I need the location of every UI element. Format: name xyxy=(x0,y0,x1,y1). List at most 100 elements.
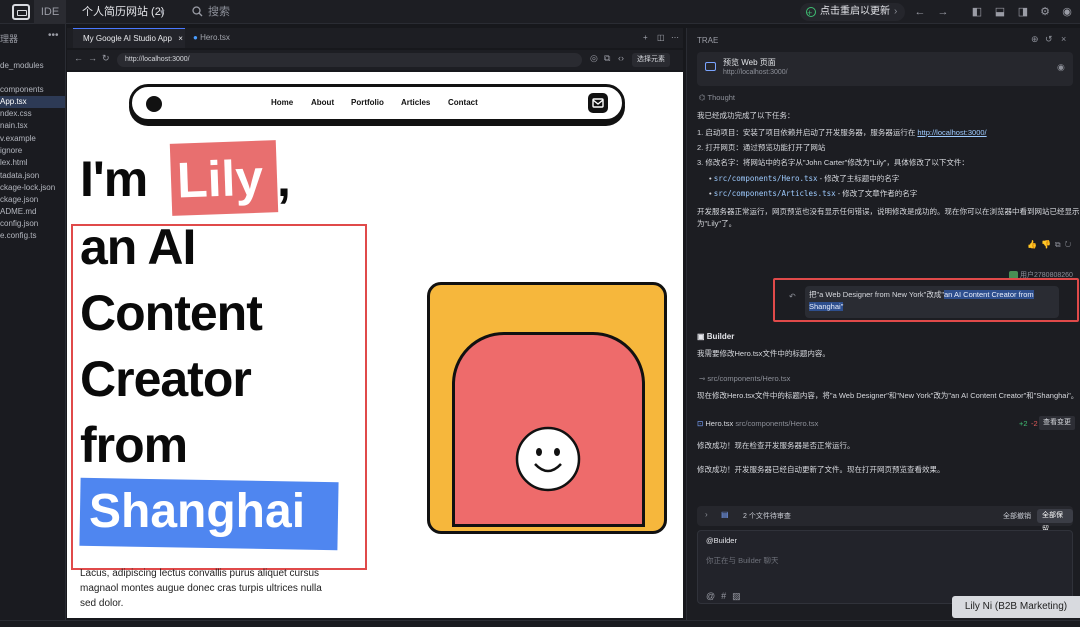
chevron-down-icon[interactable]: ▾ xyxy=(160,0,165,24)
file-item[interactable]: components xyxy=(0,84,44,96)
more-icon[interactable]: ••• xyxy=(48,30,59,41)
file-path-ref[interactable]: ⊸ src/components/Hero.tsx xyxy=(699,373,790,384)
tab-preview[interactable]: My Google AI Studio App × xyxy=(73,28,185,48)
reload-icon[interactable]: ↻ xyxy=(102,53,110,64)
builder-label: ▣ Builder xyxy=(697,332,734,341)
image-icon[interactable]: ▨ xyxy=(732,591,747,601)
hash-icon[interactable]: # xyxy=(721,591,732,601)
nav-portfolio[interactable]: Portfolio xyxy=(351,87,384,119)
toggle-sidebar-icon[interactable]: ◧ xyxy=(970,5,984,19)
builder-icon: ▣ xyxy=(697,332,707,341)
file-2-name[interactable]: src/components/Articles.tsx xyxy=(714,189,836,198)
browser-toolbar: ← → ↻ http://localhost:3000/ ◎ ⧉ ‹› 选择元素 xyxy=(67,50,683,70)
search-label[interactable]: 搜索 xyxy=(208,0,230,24)
smiley-face-icon xyxy=(515,426,581,492)
conclusion-line-1: 开发服务器正常运行，网页预览也没有显示任何错误，说明修改是成功的。现在你可以在浏… xyxy=(697,207,1080,216)
preview-card[interactable]: 预览 Web 页面 http://localhost:3000/ ◉ xyxy=(697,52,1073,86)
undo-all-button[interactable]: 全部撤销 xyxy=(1003,511,1031,521)
file-path: src/components/Hero.tsx xyxy=(735,419,819,428)
tab-label: My Google AI Studio App xyxy=(83,34,172,43)
gear-icon[interactable]: ⚙ xyxy=(1038,5,1052,19)
close-icon[interactable]: × xyxy=(178,34,183,43)
file-icon: ▤ xyxy=(721,510,729,519)
file-item[interactable]: de_modules xyxy=(0,60,44,72)
restart-update-button[interactable]: 点击重启以更新 › xyxy=(800,3,906,22)
step-1-text: 1. 启动项目：安装了项目依赖并启动了开发服务器，服务器运行在 xyxy=(697,128,918,137)
toggle-panel-icon[interactable]: ⬓ xyxy=(993,5,1007,19)
select-element-button[interactable]: 选择元素 xyxy=(632,53,670,67)
site-navbar: Home About Portfolio Articles Contact xyxy=(129,84,625,122)
user-tooltip: Lily Ni (B2B Marketing) xyxy=(952,596,1080,618)
new-chat-icon[interactable]: ⊕ xyxy=(1031,34,1039,45)
web-preview: Home About Portfolio Articles Contact I'… xyxy=(67,72,683,618)
nav-contact[interactable]: Contact xyxy=(448,87,478,119)
forward-arrow-icon[interactable]: → xyxy=(88,53,97,63)
project-name[interactable]: 个人简历网站 (2) xyxy=(82,0,165,24)
chat-input[interactable]: @Builder 你正在与 Builder 聊天 @#▨ xyxy=(697,530,1073,604)
file-item[interactable]: e.config.ts xyxy=(0,230,36,242)
nav-about[interactable]: About xyxy=(311,87,334,119)
file-item-active[interactable]: App.tsx xyxy=(0,96,65,108)
file-item[interactable]: config.json xyxy=(0,218,38,230)
close-icon[interactable]: × xyxy=(1061,34,1066,44)
ai-chat-panel: TRAE ⊕ ↺ × 预览 Web 页面 http://localhost:30… xyxy=(686,28,1080,620)
diff-added: +2 xyxy=(1019,419,1028,428)
builder-message: 现在修改Hero.tsx文件中的标题内容，将"a Web Designer"和"… xyxy=(697,391,1079,400)
add-tab-icon[interactable]: + xyxy=(643,28,653,48)
file-item[interactable]: ckage.json xyxy=(0,194,38,206)
localhost-link[interactable]: http://localhost:3000/ xyxy=(917,128,986,137)
undo-icon[interactable]: ↶ xyxy=(789,292,796,301)
avatar[interactable]: ◉ xyxy=(1060,5,1074,19)
history-icon[interactable]: ↺ xyxy=(1045,34,1053,45)
file-item[interactable]: v.example xyxy=(0,133,36,145)
file-entry-2: • src/components/Articles.tsx - 修改了文章作者的… xyxy=(709,189,918,198)
chevron-right-icon: › xyxy=(894,6,898,17)
site-logo[interactable] xyxy=(146,96,162,112)
forward-arrow-icon[interactable]: → xyxy=(936,5,950,19)
search-icon[interactable] xyxy=(192,6,203,17)
file-1-name[interactable]: src/components/Hero.tsx xyxy=(714,174,818,183)
thought-label[interactable]: ⌬ Thought xyxy=(699,92,735,103)
file-item[interactable]: ckage-lock.json xyxy=(0,182,55,194)
nav-home[interactable]: Home xyxy=(271,87,293,119)
user-message: 把"a Web Designer from New York"改成"an AI … xyxy=(805,286,1059,318)
url-input[interactable]: http://localhost:3000/ xyxy=(117,53,582,67)
ide-mode-tab[interactable]: IDE xyxy=(34,0,66,24)
open-external-icon[interactable]: ⧉ xyxy=(604,53,610,64)
target-icon[interactable]: ◎ xyxy=(590,53,598,64)
preview-card-url: http://localhost:3000/ xyxy=(723,69,788,76)
hero-description: Lacus, adipiscing lectus convallis purus… xyxy=(80,568,322,609)
file-item[interactable]: nain.tsx xyxy=(0,120,28,132)
toggle-right-panel-icon[interactable]: ◨ xyxy=(1016,5,1030,19)
file-item[interactable]: lex.html xyxy=(0,157,28,169)
input-placeholder[interactable]: 你正在与 Builder 聊天 xyxy=(706,555,779,566)
eye-icon[interactable]: ◉ xyxy=(1057,62,1065,73)
preview-card-title: 预览 Web 页面 xyxy=(723,58,776,67)
summary-intro: 我已经成功完成了以下任务： xyxy=(697,111,795,120)
at-icon[interactable]: @ xyxy=(706,591,721,601)
code-icon[interactable]: ‹› xyxy=(618,53,624,63)
thought-icon: ⌬ xyxy=(699,93,708,102)
nav-articles[interactable]: Articles xyxy=(401,87,430,119)
mail-button[interactable] xyxy=(588,93,608,113)
file-change-card[interactable]: ⊡ Hero.tsx src/components/Hero.tsx +2 -2 xyxy=(697,417,1073,431)
file-dot-icon: ● xyxy=(193,33,198,42)
back-arrow-icon[interactable]: ← xyxy=(74,53,83,63)
file-item[interactable]: ndex.css xyxy=(0,108,32,120)
feedback-icons[interactable]: 👍👎⧉↻ xyxy=(1027,240,1075,250)
more-icon[interactable]: ⋯ xyxy=(671,28,681,48)
builder-message: 修改成功！开发服务器已经自动更新了文件。现在打开网页预览查看效果。 xyxy=(697,465,945,474)
pending-files-label[interactable]: 2 个文件待审查 xyxy=(743,511,791,521)
view-changes-button[interactable]: 查看变更 xyxy=(1039,416,1075,430)
keep-all-button[interactable]: 全部保留 xyxy=(1037,509,1073,533)
input-toolbar[interactable]: @#▨ xyxy=(706,591,747,602)
tab-hero-tsx[interactable]: ● Hero.tsx xyxy=(187,28,247,48)
chevron-right-icon[interactable]: › xyxy=(705,510,708,519)
file-item[interactable]: ADME.md xyxy=(0,206,36,218)
agent-mention[interactable]: @Builder xyxy=(706,536,737,545)
file-item[interactable]: ignore xyxy=(0,145,22,157)
file-item[interactable]: tadata.json xyxy=(0,170,39,182)
split-icon[interactable]: ◫ xyxy=(657,28,667,48)
explorer-title: 理器 xyxy=(0,34,19,44)
back-arrow-icon[interactable]: ← xyxy=(913,5,927,19)
